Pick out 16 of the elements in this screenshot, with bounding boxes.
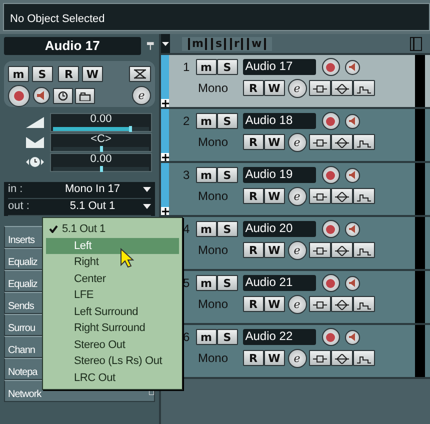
track-title: Audio 17	[4, 37, 141, 55]
channel-label: Mono	[198, 296, 230, 314]
track-number: 3	[183, 167, 191, 184]
status-text: No Object Selected	[3, 3, 430, 31]
channel-label: Mono	[198, 80, 230, 98]
channel-label: Mono	[198, 242, 230, 260]
track-number: 2	[183, 113, 191, 130]
slider-value: 0.00	[89, 114, 113, 126]
track-number: 5	[183, 275, 191, 292]
channel-label: Mono	[198, 350, 230, 368]
track-number: 1	[183, 59, 191, 76]
track-number: 4	[183, 221, 191, 238]
channel-label: Mono	[198, 134, 230, 152]
slider-value: 0.00	[89, 154, 113, 166]
channel-label: Mono	[198, 188, 230, 206]
slider-value: <C>	[90, 134, 112, 146]
